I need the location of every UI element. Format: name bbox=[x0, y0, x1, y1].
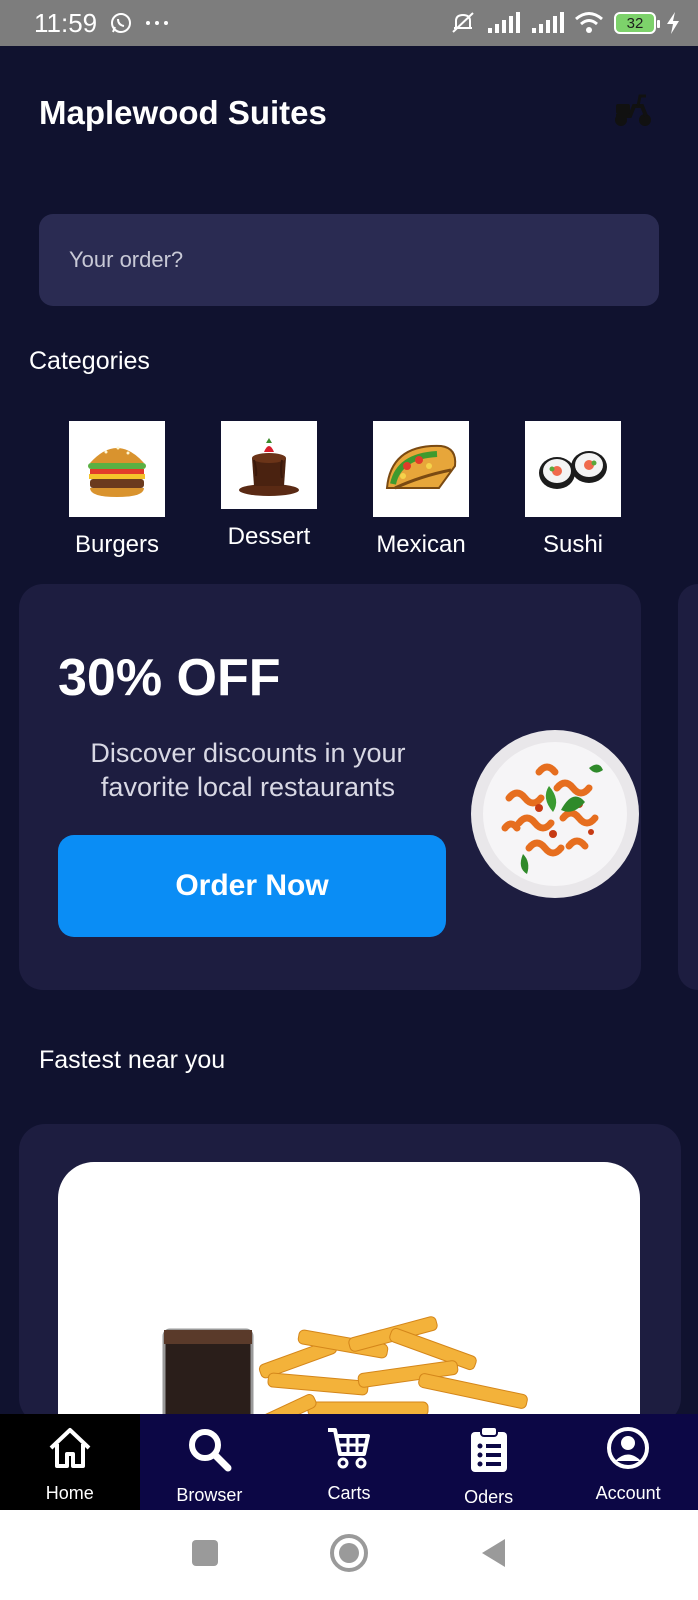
burger-icon bbox=[69, 421, 165, 517]
signal-icon bbox=[530, 12, 564, 34]
category-label: Burgers bbox=[74, 531, 160, 558]
cake-icon bbox=[221, 421, 317, 509]
whatsapp-icon bbox=[109, 11, 133, 35]
circle-icon[interactable] bbox=[329, 1533, 369, 1578]
category-label: Sushi bbox=[542, 531, 604, 558]
promo-card[interactable]: 30% OFF Discover discounts in your favor… bbox=[19, 584, 641, 990]
mute-icon bbox=[450, 10, 476, 36]
category-label: Mexican bbox=[376, 531, 466, 558]
search-input[interactable] bbox=[39, 214, 659, 306]
nav-carts[interactable]: Carts bbox=[279, 1414, 419, 1510]
square-icon[interactable] bbox=[191, 1539, 219, 1572]
nav-browser[interactable]: Browser bbox=[140, 1414, 280, 1510]
cart-icon bbox=[326, 1426, 372, 1475]
fries-soda-icon bbox=[162, 1316, 528, 1434]
account-icon bbox=[606, 1426, 650, 1475]
home-icon bbox=[47, 1426, 93, 1475]
back-triangle-icon[interactable] bbox=[479, 1537, 507, 1574]
bottom-nav: Home Browser Carts Oders Account bbox=[0, 1414, 698, 1510]
category-mexican[interactable]: Mexican bbox=[341, 421, 501, 559]
restaurant-card[interactable] bbox=[19, 1124, 681, 1462]
charging-icon bbox=[666, 12, 680, 34]
nav-label: Browser bbox=[176, 1485, 243, 1505]
nav-label: Carts bbox=[327, 1483, 371, 1503]
category-sushi[interactable]: Sushi bbox=[493, 421, 653, 559]
taco-icon bbox=[373, 421, 469, 517]
signal-icon bbox=[486, 12, 520, 34]
fastest-title: Fastest near you bbox=[39, 1046, 226, 1074]
status-bar: 11:59 32 bbox=[0, 0, 698, 46]
more-dots-icon bbox=[145, 19, 169, 27]
category-dessert[interactable]: Dessert bbox=[189, 421, 349, 551]
sushi-icon bbox=[525, 421, 621, 517]
nav-orders[interactable]: Oders bbox=[419, 1414, 559, 1510]
battery-level: 32 bbox=[626, 14, 644, 32]
pasta-plate-icon bbox=[469, 728, 641, 905]
nav-label: Oders bbox=[464, 1487, 514, 1507]
next-promo-card[interactable] bbox=[678, 584, 698, 990]
scooter-icon[interactable] bbox=[612, 94, 654, 133]
status-time: 11:59 bbox=[34, 7, 98, 38]
order-now-button[interactable]: Order Now bbox=[58, 835, 446, 937]
category-label: Dessert bbox=[227, 523, 311, 550]
battery-icon: 32 bbox=[614, 12, 660, 34]
system-nav-bar bbox=[0, 1510, 698, 1600]
wifi-icon bbox=[574, 11, 604, 35]
app-title: Maplewood Suites bbox=[39, 94, 327, 131]
nav-label: Account bbox=[595, 1483, 661, 1503]
nav-home[interactable]: Home bbox=[0, 1414, 140, 1510]
nav-label: Home bbox=[45, 1483, 94, 1503]
promo-headline: 30% OFF bbox=[58, 649, 281, 707]
promo-description: Discover discounts in your favorite loca… bbox=[90, 738, 406, 802]
categories-title: Categories bbox=[29, 347, 150, 375]
search-icon bbox=[186, 1426, 232, 1477]
clipboard-list-icon bbox=[469, 1426, 509, 1479]
nav-account[interactable]: Account bbox=[558, 1414, 698, 1510]
category-burgers[interactable]: Burgers bbox=[37, 421, 197, 559]
